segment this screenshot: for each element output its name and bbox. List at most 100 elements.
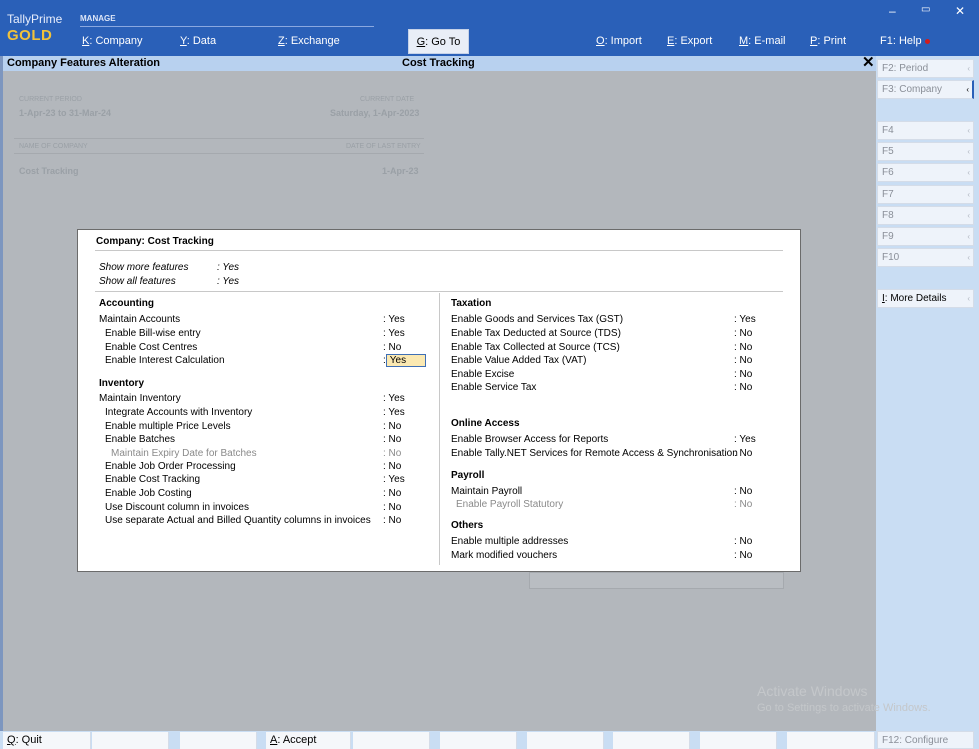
- accept-button[interactable]: A: Accept: [266, 732, 351, 749]
- bottom-slot-empty[interactable]: [353, 732, 430, 749]
- interest-calculation-field[interactable]: : Yes: [383, 354, 426, 367]
- price-levels-value[interactable]: : No: [383, 421, 401, 432]
- menu-import[interactable]: O: Import: [596, 35, 642, 47]
- f8-button[interactable]: F8 ‹: [877, 206, 974, 225]
- modified-vouchers-value[interactable]: : No: [734, 550, 752, 561]
- menu-goto[interactable]: G: Go To: [408, 29, 469, 54]
- excise-value[interactable]: : No: [734, 369, 752, 380]
- f9-button[interactable]: F9 ‹: [877, 227, 974, 246]
- f2-period-button[interactable]: F2: Period ‹: [877, 59, 974, 78]
- payroll-statutory-value[interactable]: : No: [734, 499, 752, 510]
- quit-button[interactable]: Q: Quit: [3, 732, 91, 749]
- more-details-button[interactable]: I: More Details ‹: [877, 289, 974, 308]
- actual-billed-qty-value[interactable]: : No: [383, 515, 401, 526]
- restore-button[interactable]: ▭: [921, 4, 930, 15]
- integrate-accounts-value[interactable]: : Yes: [383, 407, 405, 418]
- company-name-value: Cost Tracking: [19, 166, 79, 176]
- last-entry-label: DATE OF LAST ENTRY: [346, 143, 421, 150]
- maintain-inventory-value[interactable]: : Yes: [383, 393, 405, 404]
- menu-company[interactable]: K: Company: [82, 35, 143, 47]
- last-entry-value: 1-Apr-23: [382, 166, 419, 176]
- help-dot-icon: [924, 38, 930, 44]
- feature-label: Enable multiple addresses: [451, 536, 569, 547]
- f5-button[interactable]: F5 ‹: [877, 142, 974, 161]
- bottom-slot-empty[interactable]: [440, 732, 517, 749]
- menu-export[interactable]: E: Export: [667, 35, 712, 47]
- vat-value[interactable]: : No: [734, 355, 752, 366]
- close-screen-button[interactable]: ✕: [862, 53, 875, 71]
- feature-label: Integrate Accounts with Inventory: [105, 407, 253, 418]
- section-inventory: Inventory: [99, 378, 145, 389]
- background-panel: [529, 572, 784, 589]
- brand-name: TallyPrime: [7, 12, 63, 26]
- bill-wise-value[interactable]: : Yes: [383, 328, 405, 339]
- bottom-slot-empty[interactable]: [787, 732, 875, 749]
- batches-value[interactable]: : No: [383, 434, 401, 445]
- menu-data[interactable]: Y: Data: [180, 35, 216, 47]
- top-bar: [0, 0, 979, 56]
- chevron-left-icon: ‹: [967, 168, 970, 177]
- chevron-left-icon: ‹: [967, 64, 970, 73]
- brand-edition: GOLD: [7, 27, 53, 44]
- divider: [14, 153, 424, 154]
- bottom-slot-empty[interactable]: [92, 732, 169, 749]
- menu-print[interactable]: P: Print: [810, 35, 846, 47]
- feature-label: Enable Service Tax: [451, 382, 537, 393]
- feature-label: Enable Value Added Tax (VAT): [451, 355, 587, 366]
- feature-label: Maintain Inventory: [99, 393, 181, 404]
- current-date-label: CURRENT DATE: [360, 96, 415, 103]
- maintain-accounts-value[interactable]: : Yes: [383, 314, 405, 325]
- feature-label: Enable Job Order Processing: [105, 461, 236, 472]
- job-order-value[interactable]: : No: [383, 461, 401, 472]
- option-label: Show all features: [99, 276, 176, 287]
- dialog-title: Company: Cost Tracking: [96, 236, 214, 247]
- f10-button[interactable]: F10 ‹: [877, 248, 974, 267]
- section-others: Others: [451, 520, 484, 531]
- options-divider: [95, 291, 783, 292]
- feature-label: Enable Tax Collected at Source (TCS): [451, 342, 620, 353]
- f4-button[interactable]: F4 ‹: [877, 121, 974, 140]
- feature-label: Enable Goods and Services Tax (GST): [451, 314, 624, 325]
- interest-calculation-value[interactable]: Yes: [385, 354, 426, 367]
- service-tax-value[interactable]: : No: [734, 382, 752, 393]
- feature-label: Use separate Actual and Billed Quantity …: [105, 515, 371, 526]
- cost-centres-value[interactable]: : No: [383, 342, 401, 353]
- bottom-slot-empty[interactable]: [527, 732, 604, 749]
- gst-value[interactable]: : Yes: [734, 314, 756, 325]
- f12-configure-button[interactable]: F12: Configure: [877, 731, 974, 749]
- feature-label: Maintain Expiry Date for Batches: [111, 448, 257, 459]
- tds-value[interactable]: : No: [734, 328, 752, 339]
- browser-access-value[interactable]: : Yes: [734, 434, 756, 445]
- f3-company-button[interactable]: F3: Company ‹: [877, 80, 974, 99]
- chevron-left-icon: ‹: [967, 253, 970, 262]
- bottom-slot-empty[interactable]: [613, 732, 690, 749]
- company-name-label: NAME OF COMPANY: [19, 143, 88, 150]
- show-more-features-value[interactable]: : Yes: [217, 262, 239, 273]
- f7-button[interactable]: F7 ‹: [877, 185, 974, 204]
- feature-label: Enable Bill-wise entry: [105, 328, 201, 339]
- activation-watermark-title: Activate Windows: [757, 683, 868, 699]
- tcs-value[interactable]: : No: [734, 342, 752, 353]
- bottom-slot-empty[interactable]: [700, 732, 777, 749]
- menu-help[interactable]: F1: Help: [880, 35, 930, 47]
- option-label: Show more features: [99, 262, 189, 273]
- maintain-payroll-value[interactable]: : No: [734, 486, 752, 497]
- bottom-slot-empty[interactable]: [180, 732, 257, 749]
- discount-column-value[interactable]: : No: [383, 502, 401, 513]
- tally-net-value[interactable]: : No: [734, 448, 752, 459]
- feature-label: Enable Browser Access for Reports: [451, 434, 609, 445]
- menu-exchange[interactable]: Z: Exchange: [278, 35, 340, 47]
- job-costing-value[interactable]: : No: [383, 488, 401, 499]
- window-close-button[interactable]: ✕: [955, 4, 965, 18]
- show-all-features-value[interactable]: : Yes: [217, 276, 239, 287]
- chevron-left-icon: ‹: [967, 147, 970, 156]
- expiry-date-value[interactable]: : No: [383, 448, 401, 459]
- left-edge: [0, 56, 3, 749]
- minimize-button[interactable]: –: [889, 4, 896, 18]
- cost-tracking-value[interactable]: : Yes: [383, 474, 405, 485]
- f6-button[interactable]: F6 ‹: [877, 163, 974, 182]
- menu-email[interactable]: M: E-mail: [739, 35, 785, 47]
- feature-label: Use Discount column in invoices: [105, 502, 249, 513]
- multiple-addresses-value[interactable]: : No: [734, 536, 752, 547]
- screen-title: Company Features Alteration: [7, 57, 161, 69]
